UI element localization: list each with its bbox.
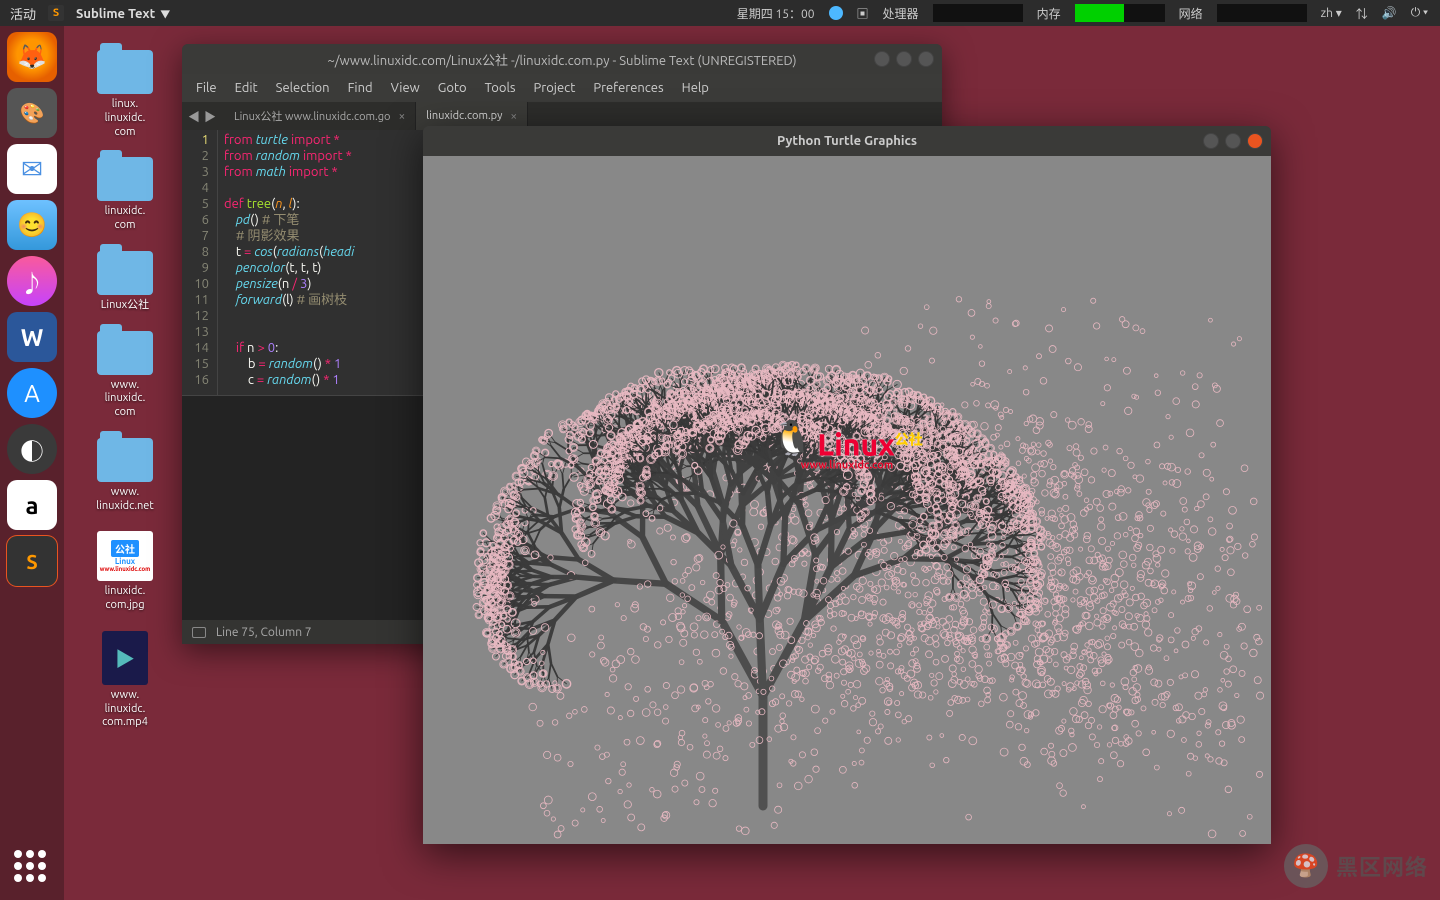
dock-amazon[interactable]: a — [7, 480, 57, 530]
desktop-icons: linux.linuxidc.com linuxidc.com Linux公社 www… — [80, 50, 170, 730]
menu-preferences[interactable]: Preferences — [593, 81, 663, 95]
menu-view[interactable]: View — [391, 81, 420, 95]
folder-icon — [97, 331, 153, 375]
mem-label: 内存 — [1037, 5, 1061, 22]
menu-edit[interactable]: Edit — [235, 81, 258, 95]
desktop-icon[interactable]: linux.linuxidc.com — [80, 50, 170, 139]
dock-finder[interactable]: 😊 — [7, 200, 57, 250]
clock[interactable]: 星期四 15：00 — [737, 5, 815, 22]
close-button[interactable] — [1247, 133, 1263, 149]
dock-mail[interactable]: ✉ — [7, 144, 57, 194]
menu-tools[interactable]: Tools — [485, 81, 516, 95]
nav-back-icon[interactable]: ◀ — [188, 108, 200, 125]
icon-label: www.linuxidc.com — [80, 379, 170, 420]
turtle-window[interactable]: Python Turtle Graphics 🐧 Linux公社 www.lin… — [423, 126, 1271, 844]
tab-label: linuxidc.com.py — [426, 110, 502, 122]
line-gutter: 12345678910111213141516 — [182, 130, 218, 395]
tree-graphic — [423, 156, 1271, 844]
desktop-icon[interactable]: 公社Linuxwww.linuxidc.com linuxidc.com.jpg — [80, 531, 170, 613]
app-menu[interactable]: Sublime Text ▼ — [76, 6, 170, 21]
cpu-graph[interactable] — [933, 4, 1023, 22]
close-button[interactable] — [918, 51, 934, 67]
image-file-icon: 公社Linuxwww.linuxidc.com — [97, 531, 153, 581]
menu-find[interactable]: Find — [348, 81, 373, 95]
sublime-titlebar[interactable]: ~/www.linuxidc.com/Linux公社 -/linuxidc.co… — [182, 44, 942, 74]
desktop-icon[interactable]: www.linuxidc.com — [80, 331, 170, 420]
menu-file[interactable]: File — [196, 81, 217, 95]
show-applications[interactable] — [14, 850, 50, 886]
maximize-button[interactable] — [896, 51, 912, 67]
maximize-button[interactable] — [1225, 133, 1241, 149]
menu-selection[interactable]: Selection — [276, 81, 330, 95]
menu-help[interactable]: Help — [682, 81, 709, 95]
icon-label: linuxidc.com — [80, 205, 170, 233]
weather-icon[interactable] — [829, 6, 843, 20]
dock-appstore[interactable]: A — [7, 368, 57, 418]
dock-music[interactable]: ♪ — [7, 256, 57, 306]
turtle-title: Python Turtle Graphics — [777, 134, 917, 148]
icon-label: www.linuxidc.com.mp4 — [80, 689, 170, 730]
volume-icon[interactable]: 🔊 — [1382, 6, 1397, 20]
tab-close-icon[interactable]: × — [510, 110, 517, 123]
turtle-titlebar[interactable]: Python Turtle Graphics — [423, 126, 1271, 156]
desktop-icon[interactable]: www.linuxidc.net — [80, 438, 170, 514]
icon-label: linux.linuxidc.com — [80, 98, 170, 139]
sublime-indicator-icon: S — [48, 5, 64, 21]
folder-icon — [97, 438, 153, 482]
desktop-icon[interactable]: ▶www.linuxidc.com.mp4 — [80, 631, 170, 730]
editor-tab[interactable]: Linux公社 www.linuxidc.com.go × — [224, 102, 416, 130]
tab-label: Linux公社 www.linuxidc.com.go — [234, 108, 390, 124]
launcher-dock: 🦊 🎨 ✉ 😊 ♪ W A ◐ a S — [0, 26, 64, 900]
sublime-title: ~/www.linuxidc.com/Linux公社 -/linuxidc.co… — [327, 50, 796, 69]
caret-down-icon: ▼ — [160, 9, 170, 20]
menu-goto[interactable]: Goto — [438, 81, 467, 95]
icon-label: linuxidc.com.jpg — [80, 585, 170, 613]
icon-label: www.linuxidc.net — [80, 486, 170, 514]
menu-project[interactable]: Project — [534, 81, 576, 95]
folder-icon — [97, 157, 153, 201]
tab-close-icon[interactable]: × — [398, 110, 405, 123]
minimize-button[interactable] — [1203, 133, 1219, 149]
dock-updater[interactable]: ◐ — [7, 424, 57, 474]
network-icon[interactable]: ⇅ — [1356, 5, 1368, 22]
icon-label: Linux公社 — [80, 299, 170, 313]
dock-gimp[interactable]: 🎨 — [7, 88, 57, 138]
cpu-label: 处理器 — [883, 5, 919, 22]
mem-graph[interactable] — [1075, 4, 1165, 22]
cursor-position: Line 75, Column 7 — [216, 626, 312, 639]
dock-firefox[interactable]: 🦊 — [7, 32, 57, 82]
activities-button[interactable]: 活动 — [10, 4, 36, 23]
power-icon[interactable]: ⏻ ▾ — [1411, 6, 1428, 20]
video-file-icon: ▶ — [102, 631, 148, 685]
net-graph[interactable] — [1217, 4, 1307, 22]
screenshot-icon[interactable]: ▣ — [857, 5, 869, 22]
desktop-icon[interactable]: Linux公社 — [80, 251, 170, 313]
dock-word[interactable]: W — [7, 312, 57, 362]
sublime-menubar: File Edit Selection Find View Goto Tools Projec… — [182, 74, 942, 102]
folder-icon — [97, 251, 153, 295]
folder-icon — [97, 50, 153, 94]
minimize-button[interactable] — [874, 51, 890, 67]
nav-forward-icon[interactable]: ▶ — [204, 108, 216, 125]
top-panel: 活动 S Sublime Text ▼ 星期四 15：00 ▣ 处理器 内存 网… — [0, 0, 1440, 26]
desktop-icon[interactable]: linuxidc.com — [80, 157, 170, 233]
input-method[interactable]: zh ▾ — [1321, 6, 1342, 20]
turtle-canvas: 🐧 Linux公社 www.linuxidc.com — [423, 156, 1271, 844]
panel-switcher-icon[interactable] — [192, 627, 206, 638]
mushroom-icon: 🍄 — [1284, 844, 1328, 888]
dock-sublime[interactable]: S — [7, 536, 57, 586]
page-watermark: 🍄 黑区网络 — [1284, 844, 1428, 888]
net-label: 网络 — [1179, 5, 1203, 22]
